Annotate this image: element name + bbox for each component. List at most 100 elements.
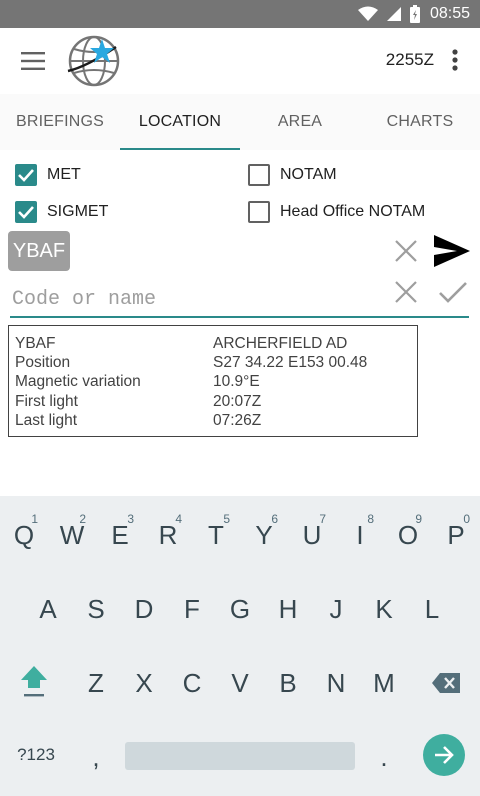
notam-option[interactable]: NOTAM	[248, 164, 337, 186]
tab-area[interactable]: AREA	[240, 94, 360, 150]
key-a[interactable]: A	[24, 584, 72, 634]
clear-input-button[interactable]	[391, 277, 421, 307]
period-key[interactable]: .	[360, 732, 408, 782]
info-value: S27 34.22 E153 00.48	[213, 354, 368, 372]
send-button[interactable]	[432, 233, 472, 269]
overflow-menu-button[interactable]	[440, 40, 470, 80]
key-y[interactable]: Y6	[240, 510, 288, 560]
sigmet-checkbox[interactable]	[15, 201, 37, 223]
key-g[interactable]: G	[216, 584, 264, 634]
key-z[interactable]: Z	[72, 658, 120, 708]
key-f[interactable]: F	[168, 584, 216, 634]
key-l[interactable]: L	[408, 584, 456, 634]
key-o[interactable]: O9	[384, 510, 432, 560]
close-icon	[395, 240, 417, 262]
key-hint: 7	[319, 512, 326, 526]
key-b[interactable]: B	[264, 658, 312, 708]
key-hint: 9	[415, 512, 422, 526]
key-r[interactable]: R4	[144, 510, 192, 560]
tab-charts[interactable]: CHARTS	[360, 94, 480, 150]
key-m[interactable]: M	[360, 658, 408, 708]
location-info-panel: YBAF ARCHERFIELD AD Position S27 34.22 E15…	[8, 325, 418, 437]
key-label: Y	[255, 519, 273, 550]
signal-icon	[386, 7, 401, 21]
shift-key[interactable]	[10, 656, 58, 706]
input-underline	[10, 316, 469, 318]
sigmet-option[interactable]: SIGMET	[15, 201, 108, 223]
app-logo-globe-icon	[67, 35, 120, 87]
info-key: Magnetic variation	[15, 373, 141, 391]
confirm-button[interactable]	[436, 277, 470, 309]
key-hint: 3	[127, 512, 134, 526]
key-label: T	[208, 519, 224, 550]
key-h[interactable]: H	[264, 584, 312, 634]
info-value: 20:07Z	[213, 392, 262, 410]
info-key: Position	[15, 354, 71, 372]
space-bar[interactable]	[125, 742, 355, 770]
enter-key[interactable]	[423, 734, 465, 776]
symbols-key[interactable]: ?123	[8, 730, 64, 780]
met-checkbox[interactable]	[15, 164, 37, 186]
key-d[interactable]: D	[120, 584, 168, 634]
send-icon	[434, 235, 470, 267]
backspace-key[interactable]	[422, 658, 470, 708]
zulu-time: 2255Z	[385, 50, 434, 69]
notam-checkbox[interactable]	[248, 164, 270, 186]
comma-key[interactable]: ,	[72, 732, 120, 782]
status-bar: 08:55	[0, 0, 480, 28]
key-v[interactable]: V	[216, 658, 264, 708]
head-office-notam-checkbox[interactable]	[248, 201, 270, 223]
hamburger-menu-icon	[21, 52, 45, 70]
key-e[interactable]: E3	[96, 510, 144, 560]
met-label: MET	[47, 166, 81, 183]
info-value: 07:26Z	[213, 411, 262, 429]
more-vert-icon	[452, 49, 458, 71]
key-label: I	[356, 519, 364, 550]
tab-bar: BRIEFINGS LOCATION AREA CHARTS	[0, 94, 480, 150]
soft-keyboard: Q1 W2 E3 R4 T5 Y6 U7 I8 O9 P0 A S D F G …	[0, 496, 480, 796]
info-key: Last light	[15, 411, 78, 429]
info-row: First light 20:07Z	[15, 392, 411, 411]
key-p[interactable]: P0	[432, 510, 480, 560]
wifi-icon	[357, 6, 378, 21]
code-or-name-input[interactable]	[12, 283, 387, 315]
head-office-notam-label: Head Office NOTAM	[280, 203, 426, 220]
key-hint: 5	[223, 512, 230, 526]
key-hint: 6	[271, 512, 278, 526]
key-s[interactable]: S	[72, 584, 120, 634]
info-key: YBAF	[15, 335, 56, 352]
key-j[interactable]: J	[312, 584, 360, 634]
key-t[interactable]: T5	[192, 510, 240, 560]
key-n[interactable]: N	[312, 658, 360, 708]
clear-chip-button[interactable]	[391, 236, 421, 266]
notam-label: NOTAM	[280, 166, 337, 183]
key-hint: 8	[367, 512, 374, 526]
tab-briefings[interactable]: BRIEFINGS	[0, 94, 120, 150]
tab-location[interactable]: LOCATION	[120, 94, 240, 150]
menu-button[interactable]	[0, 28, 66, 94]
head-office-notam-option[interactable]: Head Office NOTAM	[248, 201, 425, 223]
location-chip[interactable]: YBAF	[8, 231, 70, 271]
key-label: E	[111, 519, 129, 550]
key-u[interactable]: U7	[288, 510, 336, 560]
key-i[interactable]: I8	[336, 510, 384, 560]
key-x[interactable]: X	[120, 658, 168, 708]
key-q[interactable]: Q1	[0, 510, 48, 560]
sigmet-label: SIGMET	[47, 203, 109, 220]
info-row: Position S27 34.22 E153 00.48	[15, 353, 411, 372]
key-hint: 2	[79, 512, 86, 526]
key-hint: 1	[31, 512, 38, 526]
info-row: Last light 07:26Z	[15, 411, 411, 430]
key-w[interactable]: W2	[48, 510, 96, 560]
met-option[interactable]: MET	[15, 164, 81, 186]
key-label: P	[447, 519, 465, 550]
check-icon	[439, 282, 467, 303]
check-icon	[18, 169, 34, 182]
close-icon	[395, 281, 417, 303]
battery-icon	[409, 5, 420, 23]
info-row: Magnetic variation 10.9°E	[15, 372, 411, 391]
key-c[interactable]: C	[168, 658, 216, 708]
app-bar: 2255Z	[0, 28, 480, 94]
key-k[interactable]: K	[360, 584, 408, 634]
shift-arrow-icon	[21, 666, 47, 697]
